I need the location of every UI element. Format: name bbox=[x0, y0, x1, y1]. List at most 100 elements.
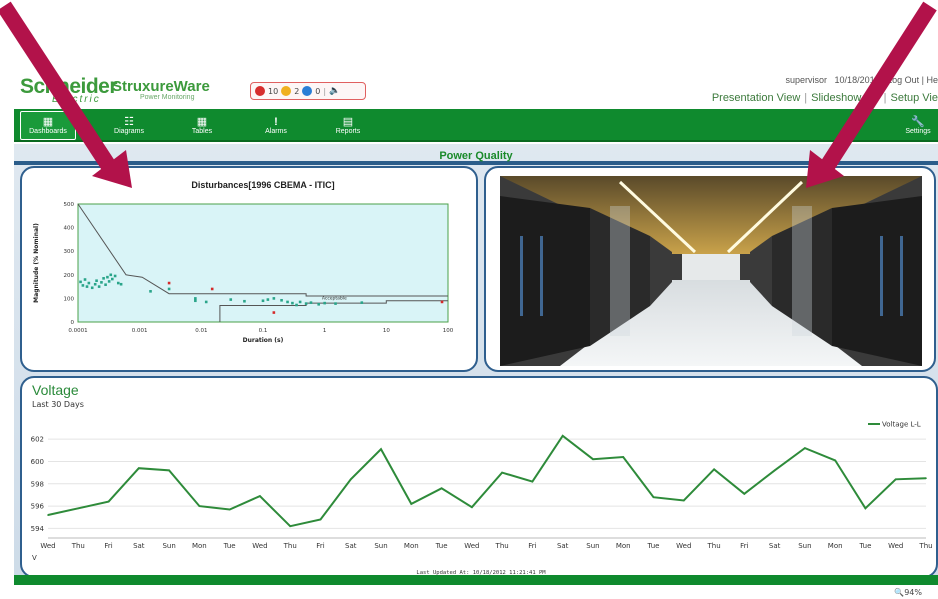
setup-view-link[interactable]: Setup Vie bbox=[890, 92, 938, 104]
data-point bbox=[531, 480, 534, 483]
itic-chart: Disturbances[1996 CBEMA - ITIC] Duration … bbox=[33, 180, 454, 344]
nav-dashboards[interactable]: ▦ Dashboards bbox=[20, 111, 76, 140]
event-point bbox=[79, 280, 82, 284]
wrench-icon: 🔧 bbox=[911, 116, 925, 128]
nav-reports[interactable]: ▤ Reports bbox=[328, 111, 368, 140]
speaker-icon[interactable]: 🔈 bbox=[329, 86, 340, 96]
event-point bbox=[323, 301, 326, 305]
x-tick-label: Sat bbox=[557, 542, 569, 550]
zoom-value: 94% bbox=[904, 588, 922, 597]
table-icon: ▦ bbox=[196, 116, 208, 128]
x-tick-label: Sun bbox=[586, 542, 599, 550]
event-point bbox=[85, 285, 89, 288]
data-point bbox=[894, 478, 897, 481]
data-point bbox=[592, 458, 594, 461]
zoom-icon: 🔍 bbox=[894, 588, 905, 597]
x-tick-label: Wed bbox=[40, 542, 55, 550]
alarm-low-icon bbox=[302, 86, 313, 96]
event-point bbox=[304, 302, 308, 305]
event-point bbox=[100, 281, 103, 284]
x-tick-label: Thu bbox=[71, 542, 85, 550]
view-links: Presentation View | Slideshow | Setup Vie bbox=[711, 92, 938, 104]
x-tick-label: 0.001 bbox=[132, 328, 148, 334]
x-tick-label: Thu bbox=[283, 542, 297, 550]
x-tick-label: Mon bbox=[192, 542, 207, 550]
x-axis-label: Duration (s) bbox=[243, 337, 284, 344]
dashboard-title: Power Quality bbox=[439, 150, 513, 162]
data-point bbox=[864, 507, 867, 510]
event-point bbox=[194, 297, 197, 300]
slideshow-link[interactable]: Slideshow bbox=[811, 92, 861, 104]
event-point bbox=[291, 301, 294, 305]
x-tick-label: Thu bbox=[918, 542, 932, 550]
x-tick-label: 100 bbox=[443, 328, 454, 334]
alarm-medium-icon bbox=[281, 86, 292, 96]
event-point bbox=[266, 298, 270, 301]
data-point bbox=[682, 499, 685, 502]
voltage-chart: 594 596 598 600 602 Wed Thu Fri Sat Sun Mon Tue Wed T… bbox=[31, 421, 933, 577]
data-point bbox=[349, 478, 352, 481]
x-tick-label: 1 bbox=[323, 328, 327, 334]
event-point bbox=[81, 284, 85, 287]
event-point bbox=[204, 300, 208, 304]
event-point bbox=[119, 282, 123, 286]
voltage-subtitle: Last 30 Days bbox=[32, 400, 84, 409]
dashboard-icon: ▦ bbox=[42, 116, 54, 128]
y-tick-label: 600 bbox=[31, 458, 44, 466]
x-tick-label: Mon bbox=[616, 542, 631, 550]
x-tick-label: Sat bbox=[769, 542, 781, 550]
nav-diagrams[interactable]: ☷ Diagrams bbox=[106, 111, 152, 140]
help-link[interactable]: He bbox=[926, 75, 938, 85]
event-point bbox=[295, 303, 298, 307]
nav-tables[interactable]: ▦ Tables bbox=[182, 111, 222, 140]
x-tick-label: Sun bbox=[162, 542, 175, 550]
alarm-low-count: 0 bbox=[315, 86, 321, 96]
x-tick-label: Thu bbox=[706, 542, 720, 550]
data-point bbox=[501, 471, 503, 474]
event-point bbox=[229, 298, 233, 301]
event-point bbox=[309, 301, 313, 304]
y-tick-label: 100 bbox=[64, 296, 75, 302]
violation-point bbox=[167, 281, 171, 285]
event-point bbox=[102, 277, 105, 280]
username: supervisor bbox=[785, 75, 828, 85]
zoom-level[interactable]: 🔍94% bbox=[894, 588, 922, 597]
data-point bbox=[713, 468, 715, 471]
alarm-medium-count: 2 bbox=[294, 86, 300, 96]
y-tick-label: 594 bbox=[31, 525, 45, 533]
data-point bbox=[773, 469, 776, 472]
nav-settings[interactable]: 🔧 Settings bbox=[898, 111, 938, 140]
violation-point bbox=[210, 287, 214, 291]
product-logo-sub: Power Monitoring bbox=[140, 94, 195, 101]
data-point bbox=[440, 487, 443, 490]
legend-label: Voltage L-L bbox=[882, 421, 921, 429]
product-logo: StruxureWare bbox=[112, 78, 210, 95]
acceptable-annotation: Acceptable bbox=[322, 295, 347, 301]
data-point bbox=[198, 505, 201, 507]
data-point bbox=[561, 435, 564, 437]
voltage-title: Voltage bbox=[32, 382, 79, 398]
logout-link[interactable]: Log Out bbox=[887, 75, 919, 85]
x-tick-label: Wed bbox=[464, 542, 479, 550]
event-point bbox=[360, 301, 364, 304]
x-tick-label: Thu bbox=[495, 542, 509, 550]
x-tick-label: Tue bbox=[647, 542, 660, 550]
alarm-summary[interactable]: 10 2 0 | 🔈 bbox=[250, 82, 366, 100]
exclamation-icon: ! bbox=[274, 116, 278, 128]
voltage-panel: 594 596 598 600 602 Wed Thu Fri Sat Sun Mon Tue Wed T… bbox=[20, 376, 938, 578]
footer-bar bbox=[14, 575, 938, 585]
current-date: 10/18/2012 bbox=[834, 75, 880, 85]
x-tick-label: 0.1 bbox=[259, 328, 268, 334]
event-point bbox=[93, 282, 97, 286]
y-axis-label: Magnitude (% Nominal) bbox=[33, 223, 40, 303]
event-point bbox=[149, 290, 152, 293]
y-unit-label: V bbox=[32, 554, 37, 562]
presentation-view-link[interactable]: Presentation View bbox=[712, 92, 800, 104]
event-point bbox=[113, 274, 117, 278]
data-point bbox=[410, 503, 413, 505]
nav-alarms[interactable]: ! Alarms bbox=[256, 111, 296, 140]
event-point bbox=[334, 302, 337, 305]
data-point bbox=[743, 493, 746, 495]
data-point bbox=[289, 525, 292, 527]
y-tick-label: 0 bbox=[71, 320, 75, 326]
